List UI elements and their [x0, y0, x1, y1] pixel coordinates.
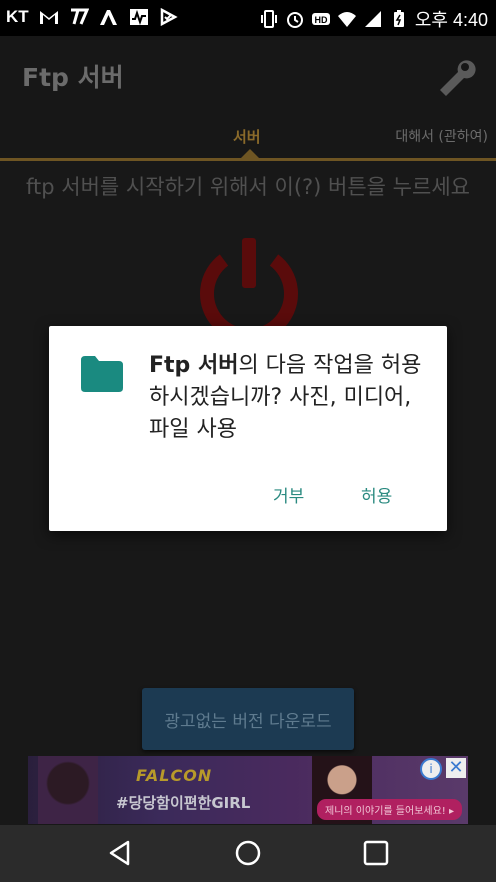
- folder-icon: [81, 356, 123, 392]
- permission-app-name: Ftp 서버: [149, 353, 239, 378]
- recents-icon[interactable]: [362, 839, 390, 867]
- deny-button[interactable]: 거부: [265, 478, 312, 511]
- navigation-bar: [0, 825, 496, 882]
- allow-button[interactable]: 허용: [353, 478, 400, 511]
- back-icon[interactable]: [106, 839, 134, 867]
- permission-dialog: Ftp 서버의 다음 작업을 허용하시겠습니까? 사진, 미디어, 파일 사용 …: [49, 326, 447, 531]
- permission-message: Ftp 서버의 다음 작업을 허용하시겠습니까? 사진, 미디어, 파일 사용: [149, 350, 429, 446]
- home-icon[interactable]: [234, 839, 262, 867]
